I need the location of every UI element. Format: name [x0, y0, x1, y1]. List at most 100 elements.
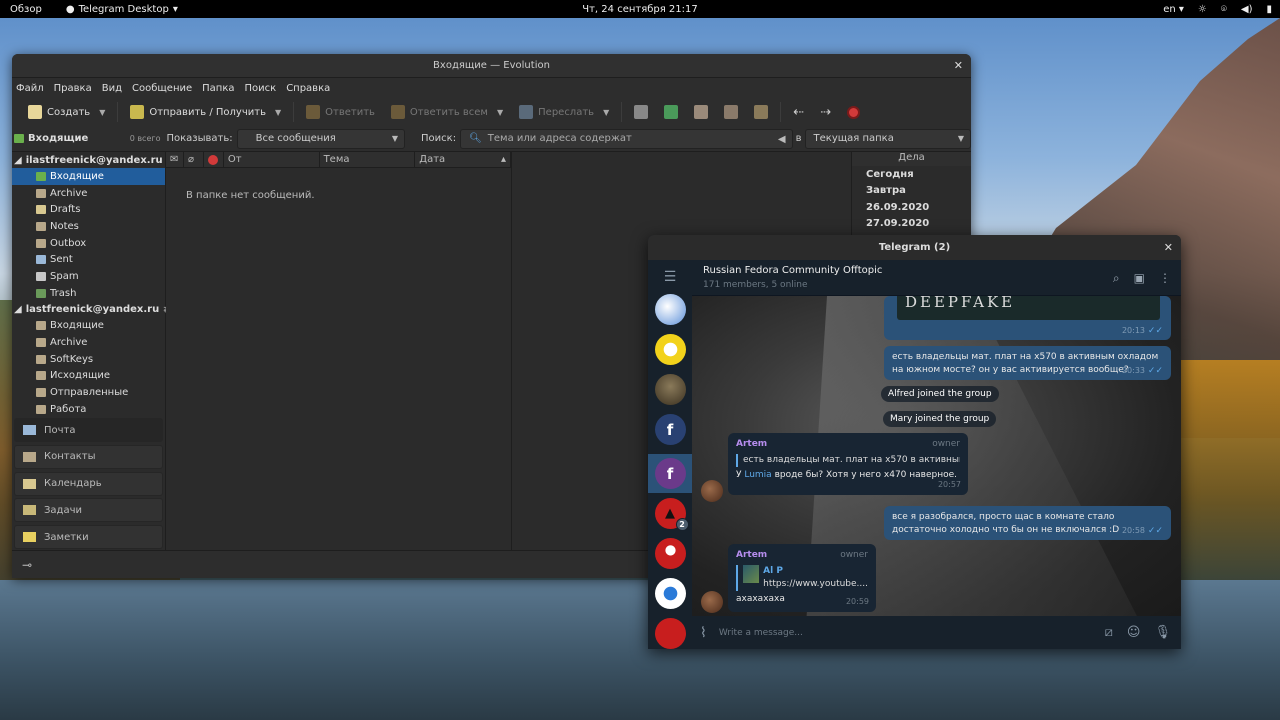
- archive-button[interactable]: [656, 98, 686, 126]
- switcher-memos[interactable]: Заметки: [14, 525, 163, 550]
- clear-icon[interactable]: ◀: [778, 134, 786, 145]
- chevron-down-icon[interactable]: ▼: [99, 108, 105, 117]
- folder-softkeys[interactable]: SoftKeys: [12, 351, 165, 368]
- show-filter-select[interactable]: Все сообщения ▼: [236, 128, 406, 149]
- junk-button[interactable]: [686, 98, 716, 126]
- sender-name[interactable]: Artem: [736, 438, 960, 451]
- switcher-tasks[interactable]: Задачи: [14, 498, 163, 523]
- sender-avatar[interactable]: [701, 480, 723, 502]
- brightness-icon[interactable]: ☼: [1198, 4, 1207, 15]
- search-input[interactable]: 🔍︎ Тема или адреса содержат ◀: [460, 128, 793, 149]
- column-from[interactable]: От: [224, 151, 320, 168]
- menu-search[interactable]: Поиск: [245, 83, 277, 94]
- chevron-down-icon[interactable]: ▼: [497, 108, 503, 117]
- task-date-tomorrow[interactable]: Завтра: [852, 183, 971, 200]
- reply-button[interactable]: Ответить: [298, 98, 383, 126]
- folder-archive[interactable]: Archive: [12, 185, 165, 202]
- account-1[interactable]: ◢ ilastfreenick@yandex.ru ⇄: [12, 152, 175, 168]
- folder-inbox-2[interactable]: Входящие: [12, 318, 165, 335]
- message-input[interactable]: Write a message...: [719, 628, 1105, 638]
- message-video[interactable]: DEEPFAKE 20:13 ✓✓: [884, 296, 1171, 340]
- video-thumbnail[interactable]: DEEPFAKE: [897, 296, 1160, 320]
- chevron-down-icon[interactable]: ▼: [603, 108, 609, 117]
- chevron-down-icon[interactable]: ▼: [275, 108, 281, 117]
- column-subject[interactable]: Тема: [320, 151, 416, 168]
- telegram-titlebar[interactable]: Telegram (2) ✕: [648, 235, 1181, 260]
- menu-help[interactable]: Справка: [286, 83, 330, 94]
- forward-nav-button[interactable]: ⇢: [812, 98, 839, 126]
- folder-trash[interactable]: Trash: [12, 285, 165, 302]
- menu-icon[interactable]: ☰: [648, 260, 692, 294]
- close-icon[interactable]: ✕: [1164, 241, 1173, 254]
- chat-avatar-1[interactable]: [654, 294, 686, 325]
- chat-avatar-3[interactable]: [654, 374, 686, 405]
- folder-notes[interactable]: Notes: [12, 218, 165, 235]
- folder-outgoing[interactable]: Исходящие: [12, 368, 165, 385]
- offline-toggle-icon[interactable]: ⊸: [22, 558, 32, 572]
- account-2[interactable]: ◢ lastfreenick@yandex.ru ⇄: [12, 302, 172, 318]
- microphone-icon[interactable]: 🎙︎: [1154, 625, 1171, 640]
- menu-edit[interactable]: Правка: [54, 83, 92, 94]
- search-icon[interactable]: ⌕: [1113, 271, 1120, 286]
- more-icon[interactable]: ⋮: [1159, 271, 1171, 286]
- folder-spam[interactable]: Spam: [12, 268, 165, 285]
- back-button[interactable]: ⇠: [785, 98, 812, 126]
- network-icon[interactable]: ⌾: [1221, 4, 1227, 15]
- folder-work[interactable]: Работа: [12, 401, 165, 418]
- message-outgoing[interactable]: есть владельцы мат. плат на x570 в актив…: [884, 346, 1171, 380]
- message-incoming[interactable]: Artem owner Al P https://www.youtube....…: [728, 544, 876, 612]
- language-indicator[interactable]: en ▾: [1163, 4, 1184, 15]
- reply-all-button[interactable]: Ответить всем ▼: [383, 98, 511, 126]
- chat-avatar-7[interactable]: [654, 538, 686, 569]
- send-receive-button[interactable]: Отправить / Получить ▼: [122, 98, 289, 126]
- menu-view[interactable]: Вид: [102, 83, 122, 94]
- message-incoming[interactable]: Artem owner есть владельцы мат. плат на …: [728, 433, 968, 495]
- menu-message[interactable]: Сообщение: [132, 83, 192, 94]
- mention-link[interactable]: Lumia: [744, 470, 771, 480]
- evolution-titlebar[interactable]: Входящие — Evolution ✕: [12, 54, 971, 78]
- chat-avatar-2[interactable]: [654, 334, 686, 365]
- column-attachment[interactable]: ⌀: [184, 151, 204, 168]
- delete-button[interactable]: [746, 98, 776, 126]
- chat-avatar-fedora[interactable]: f: [654, 414, 686, 445]
- task-date-today[interactable]: Сегодня: [852, 166, 971, 183]
- chat-avatar-9[interactable]: [654, 618, 686, 649]
- stop-button[interactable]: [839, 98, 868, 126]
- switcher-calendar[interactable]: Календарь: [14, 471, 163, 496]
- switcher-contacts[interactable]: Контакты: [14, 444, 163, 469]
- task-date-3[interactable]: 26.09.2020: [852, 199, 971, 216]
- chat-header[interactable]: Russian Fedora Community Offtopic 171 me…: [692, 260, 1181, 296]
- task-date-4[interactable]: 27.09.2020: [852, 216, 971, 233]
- volume-icon[interactable]: ◀): [1241, 4, 1253, 15]
- print-button[interactable]: [626, 98, 656, 126]
- battery-icon[interactable]: ▮: [1266, 4, 1272, 15]
- reply-quote[interactable]: Al P https://www.youtube....: [736, 565, 868, 591]
- scope-select[interactable]: Текущая папка ▼: [804, 128, 971, 149]
- folder-sent[interactable]: Sent: [12, 251, 165, 268]
- sender-avatar[interactable]: [701, 591, 723, 613]
- sidebar-toggle-icon[interactable]: ▣: [1134, 271, 1145, 286]
- menu-file[interactable]: Файл: [16, 83, 44, 94]
- chat-avatar-8[interactable]: [654, 578, 686, 609]
- not-junk-button[interactable]: [716, 98, 746, 126]
- message-outgoing[interactable]: все я разобрался, просто щас в комнате с…: [884, 506, 1171, 540]
- create-button[interactable]: Создать ▼: [20, 98, 113, 126]
- column-date[interactable]: Дата ▴: [415, 151, 511, 168]
- folder-drafts[interactable]: Drafts: [12, 201, 165, 218]
- folder-archive-2[interactable]: Archive: [12, 334, 165, 351]
- reply-quote[interactable]: есть владельцы мат. плат на x570 в актив…: [736, 454, 960, 467]
- emoji-icon[interactable]: ☺: [1127, 625, 1141, 640]
- folder-outbox[interactable]: Outbox: [12, 235, 165, 252]
- close-icon[interactable]: ✕: [954, 59, 963, 72]
- column-flag[interactable]: [204, 151, 224, 168]
- folder-inbox[interactable]: Входящие: [12, 168, 165, 185]
- column-read[interactable]: ✉: [166, 151, 184, 168]
- folder-sent-2[interactable]: Отправленные: [12, 384, 165, 401]
- forward-button[interactable]: Переслать ▼: [511, 98, 617, 126]
- menu-folder[interactable]: Папка: [202, 83, 234, 94]
- activities-button[interactable]: Обзор: [0, 4, 52, 15]
- commands-icon[interactable]: ⧄: [1105, 625, 1113, 640]
- switcher-mail[interactable]: Почта: [14, 418, 163, 442]
- attach-icon[interactable]: ⌇: [700, 625, 707, 641]
- clock[interactable]: Чт, 24 сентября 21:17: [582, 4, 698, 15]
